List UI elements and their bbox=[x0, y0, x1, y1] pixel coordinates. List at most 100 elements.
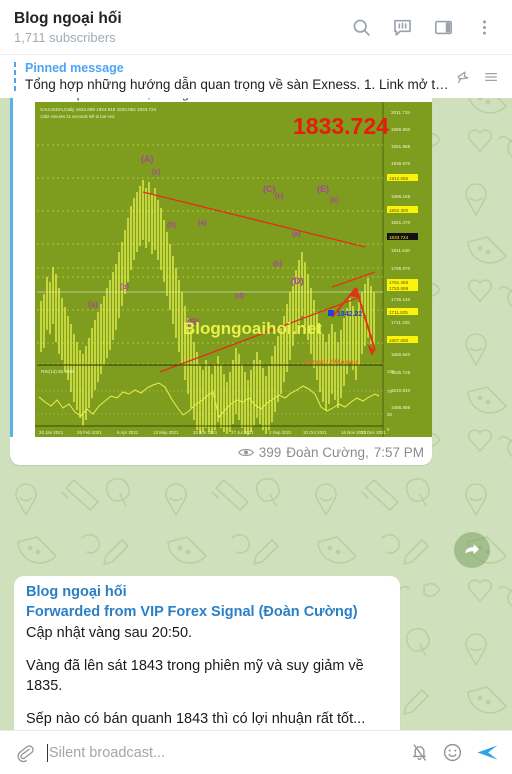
chart-bar-countdown: 1382 minutes 21 seconds left to bar end bbox=[40, 114, 115, 119]
pinned-texts: Pinned message Tổng hợp những hướng dẫn … bbox=[25, 60, 451, 94]
telegram-window: Blog ngoại hối 1,711 subscribers Pinned … bbox=[0, 0, 512, 774]
svg-text:23 Dec 2021: 23 Dec 2021 bbox=[361, 430, 386, 435]
svg-text:1786.970: 1786.970 bbox=[391, 266, 411, 271]
svg-text:(b): (b) bbox=[167, 222, 176, 229]
discussion-bubble-icon bbox=[393, 19, 411, 36]
pin-slash-icon bbox=[457, 71, 469, 83]
pinned-message-bar[interactable]: Pinned message Tổng hợp những hướng dẫn … bbox=[0, 54, 512, 98]
photo-bubble: kinh tế phát triển hơi, nhưng bbox=[10, 98, 432, 465]
message-input[interactable]: Silent broadcast... bbox=[47, 743, 409, 762]
svg-text:1986.800: 1986.800 bbox=[391, 127, 411, 132]
svg-text:100: 100 bbox=[387, 369, 395, 374]
svg-text:1961.885: 1961.885 bbox=[391, 144, 411, 149]
svg-text:(c): (c) bbox=[275, 193, 284, 200]
message-line: Sếp nào có bán quanh 1843 thì có lợi nhu… bbox=[26, 711, 366, 727]
panel-toggle-button[interactable] bbox=[425, 9, 461, 45]
more-menu-button[interactable] bbox=[466, 9, 502, 45]
text-bubble: Blog ngoại hối Forwarded from VIP Forex … bbox=[14, 576, 400, 730]
svg-text:1912.055: 1912.055 bbox=[389, 176, 409, 181]
svg-text:1736.140: 1736.140 bbox=[391, 297, 411, 302]
svg-text:1936.970: 1936.970 bbox=[391, 161, 411, 166]
svg-text:20 Jan 2021: 20 Jan 2021 bbox=[39, 430, 64, 435]
send-arrow-icon bbox=[477, 745, 498, 760]
more-vertical-icon bbox=[482, 19, 486, 35]
silent-toggle-button[interactable] bbox=[409, 742, 430, 763]
svg-text:(C): (C) bbox=[263, 184, 276, 194]
pinned-actions bbox=[451, 64, 502, 90]
svg-text:2011.715: 2011.715 bbox=[391, 110, 410, 115]
bell-muted-icon bbox=[413, 744, 426, 761]
svg-text:20 Jun 2021: 20 Jun 2021 bbox=[193, 430, 218, 435]
svg-text:1687.080: 1687.080 bbox=[389, 338, 409, 343]
svg-text:30: 30 bbox=[387, 412, 392, 417]
chat-subscribers: 1,711 subscribers bbox=[14, 29, 116, 45]
chart-symbol-line: XAUUSDm,Daily 1834.699 1834.918 1833.062… bbox=[40, 107, 157, 112]
forward-accent-stripe bbox=[10, 98, 13, 465]
chat-header-titles[interactable]: Blog ngoại hối 1,711 subscribers bbox=[14, 9, 343, 46]
unpin-button[interactable] bbox=[451, 64, 477, 90]
svg-text:1861.470: 1861.470 bbox=[391, 220, 411, 225]
svg-text:1842.22: 1842.22 bbox=[337, 311, 362, 318]
smiley-icon bbox=[443, 743, 462, 762]
pinned-accent-bar bbox=[14, 61, 16, 92]
chart-rsi-label: RSI(14) 60.0608 bbox=[41, 369, 75, 374]
svg-text:26 Feb 2021: 26 Feb 2021 bbox=[77, 430, 102, 435]
svg-text:(c): (c) bbox=[330, 197, 339, 204]
message-channel-name: Blog ngoại hối bbox=[26, 584, 127, 600]
photo-caption-text: kinh tế phát triển hơi, nhưng bbox=[38, 98, 432, 101]
search-icon bbox=[353, 19, 370, 36]
emoji-button[interactable] bbox=[442, 742, 463, 763]
discussion-button[interactable] bbox=[384, 9, 420, 45]
svg-text:27 Jul 2021: 27 Jul 2021 bbox=[231, 430, 254, 435]
search-button[interactable] bbox=[343, 9, 379, 45]
svg-text:13 May 2021: 13 May 2021 bbox=[153, 430, 179, 435]
svg-text:1886.165: 1886.165 bbox=[391, 194, 411, 199]
svg-text:2 Sep 2021: 2 Sep 2021 bbox=[269, 430, 292, 435]
pinned-list-button[interactable] bbox=[480, 64, 502, 90]
chart-svg: 1842.22 (A) (c) (a) (b) (b) (a) (B) (C) … bbox=[35, 102, 432, 437]
message-list[interactable]: kinh tế phát triển hơi, nhưng bbox=[0, 98, 512, 730]
svg-text:1753.598: 1753.598 bbox=[389, 286, 409, 291]
photo-meta-row: 399 Đoàn Cường, 7:57 PM bbox=[10, 437, 432, 465]
message-photo[interactable]: kinh tế phát triển hơi, nhưng bbox=[10, 98, 432, 465]
forward-photo-button[interactable] bbox=[454, 532, 490, 568]
message-composer: Silent broadcast... bbox=[0, 730, 512, 774]
svg-text:(a): (a) bbox=[198, 220, 207, 227]
svg-text:(c): (c) bbox=[152, 169, 161, 176]
svg-text:1711.325: 1711.325 bbox=[391, 320, 410, 325]
svg-text:6 Apr 2021: 6 Apr 2021 bbox=[117, 430, 139, 435]
photo-author: Đoàn Cường, bbox=[286, 445, 369, 460]
forward-arrow-icon bbox=[465, 544, 480, 555]
forex-chart-image[interactable]: 1842.22 (A) (c) (a) (b) (b) (a) (B) (C) … bbox=[35, 102, 432, 437]
paperclip-icon bbox=[17, 745, 34, 763]
svg-text:(b): (b) bbox=[120, 284, 129, 291]
pinned-label: Pinned message bbox=[25, 60, 124, 75]
svg-text:70: 70 bbox=[387, 389, 392, 394]
list-icon bbox=[485, 72, 497, 81]
svg-text:1811.640: 1811.640 bbox=[391, 248, 410, 253]
chart-watermark: Blogngoaihoi.net bbox=[183, 319, 322, 338]
svg-text:(b): (b) bbox=[273, 261, 282, 268]
message-forwarded-from: Forwarded from VIP Forex Signal (Đoàn Cư… bbox=[26, 604, 358, 620]
svg-text:(D): (D) bbox=[291, 276, 304, 286]
chart-big-price: 1833.724 bbox=[293, 113, 389, 139]
chat-title: Blog ngoại hối bbox=[14, 9, 122, 27]
svg-text:10 Oct 2021: 10 Oct 2021 bbox=[303, 430, 327, 435]
composer-actions bbox=[409, 740, 500, 765]
photo-views-count: 399 bbox=[258, 445, 282, 460]
svg-text:(E): (E) bbox=[317, 184, 329, 194]
svg-text:1833.724: 1833.724 bbox=[389, 235, 409, 240]
photo-time: 7:57 PM bbox=[373, 445, 424, 460]
header-actions bbox=[343, 9, 502, 45]
send-button[interactable] bbox=[475, 740, 500, 765]
text-caret bbox=[47, 743, 48, 762]
message-line: Vàng đã lên sát 1843 trong phiên mỹ và s… bbox=[26, 658, 364, 694]
svg-text:(A): (A) bbox=[141, 154, 154, 164]
message-text[interactable]: Blog ngoại hối Forwarded from VIP Forex … bbox=[14, 576, 400, 730]
attach-button[interactable] bbox=[14, 742, 35, 763]
svg-text:1761.465: 1761.465 bbox=[389, 280, 409, 285]
svg-text:1660.640: 1660.640 bbox=[391, 352, 411, 357]
chat-header: Blog ngoại hối 1,711 subscribers bbox=[0, 0, 512, 54]
split-panel-icon bbox=[434, 20, 452, 34]
message-line: Cập nhật vàng sau 20:50. bbox=[26, 625, 193, 641]
